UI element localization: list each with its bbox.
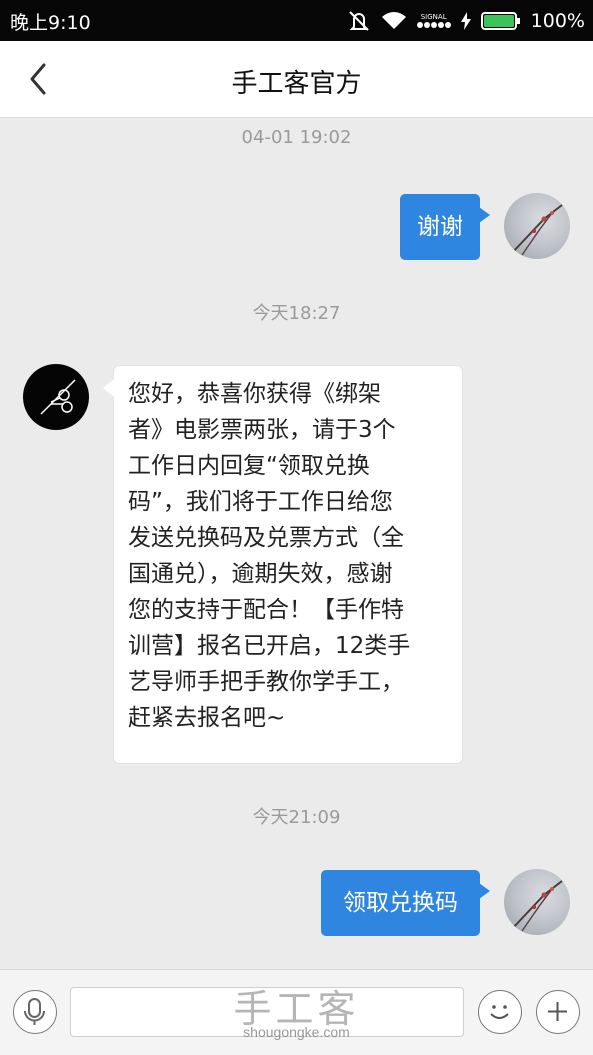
message-line: 者》电影票两张，请于3个: [128, 417, 396, 443]
message-line: 您的支持于配合！【手作特: [128, 597, 404, 623]
voice-button[interactable]: [13, 990, 57, 1034]
avatar-branch-image: [511, 880, 563, 932]
chat-header: 手工客官方: [0, 41, 593, 118]
emoji-button[interactable]: [478, 990, 522, 1034]
signal-indicator: SIGNAL: [416, 13, 451, 29]
message-line: 发送兑换码及兑票方式（全: [128, 525, 404, 551]
message-input[interactable]: [70, 987, 464, 1037]
scissors-logo-icon: [40, 379, 76, 415]
outgoing-message-bubble[interactable]: 领取兑换码: [321, 870, 490, 936]
status-time: 晚上9:10: [10, 12, 91, 34]
outgoing-message-bubble[interactable]: 谢谢: [400, 194, 490, 260]
battery-percent: 100%: [530, 10, 585, 32]
avatar-branch-image: [511, 204, 563, 256]
message-line: 艺导师手把手教你学手工，: [128, 669, 404, 695]
microphone-icon: [24, 998, 45, 1025]
message-line: 码”，我们将于工作日给您: [128, 489, 393, 515]
message-line: 赶紧去报名吧~: [128, 705, 286, 731]
user-avatar[interactable]: [504, 193, 570, 259]
official-avatar[interactable]: [23, 364, 89, 430]
charging-icon: [460, 12, 471, 30]
message-line: 训营】报名已开启，12类手: [128, 633, 411, 659]
message-line: 国通兑），逾期失效，感谢: [128, 561, 393, 587]
message-timestamp: 04-01 19:02: [241, 127, 352, 148]
incoming-message-bubble[interactable]: 您好，恭喜你获得《绑架 者》电影票两张，请于3个 工作日内回复“领取兑换 码”，…: [103, 365, 463, 764]
signal-label: SIGNAL: [420, 13, 447, 21]
battery-icon: [480, 11, 521, 31]
status-bar: 晚上9:10 SIGNAL 100%: [0, 0, 593, 41]
message-line: 工作日内回复“领取兑换: [128, 453, 370, 479]
user-avatar[interactable]: [504, 869, 570, 935]
emoji-icon: [490, 1005, 509, 1019]
input-bar: [0, 969, 593, 1055]
status-icons: SIGNAL 100%: [347, 8, 585, 34]
message-timestamp: 今天18:27: [252, 303, 341, 324]
mute-vibrate-icon: [347, 10, 371, 32]
more-button[interactable]: [536, 990, 580, 1034]
message-line: 您好，恭喜你获得《绑架: [128, 381, 381, 407]
wifi-icon: [381, 11, 407, 31]
message-timestamp: 今天21:09: [252, 807, 341, 828]
page-title: 手工客官方: [231, 69, 362, 99]
plus-icon: [548, 1002, 567, 1021]
